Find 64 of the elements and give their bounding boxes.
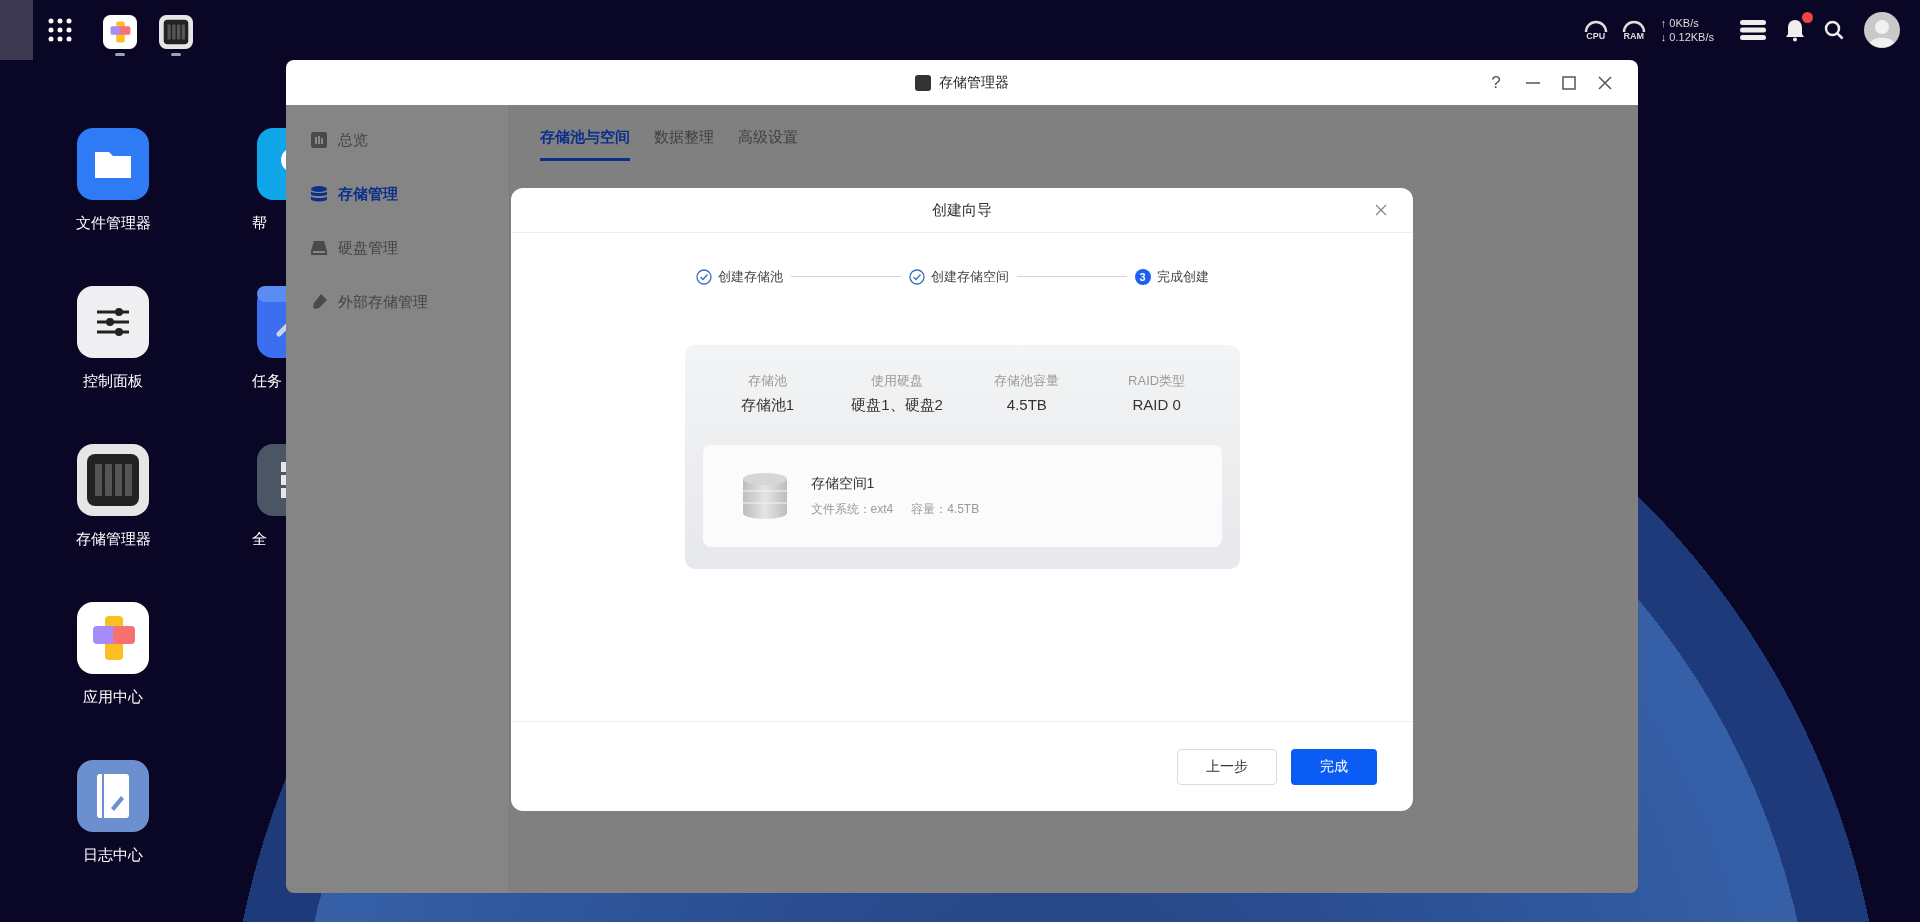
desktop-icon-label: 日志中心 xyxy=(83,846,143,864)
field-label: RAID类型 xyxy=(1128,371,1186,390)
volume-name: 存储空间1 xyxy=(810,474,876,493)
field-label: 存储池容量 xyxy=(994,371,1060,390)
upload-speed: ↑ 0KB/s xyxy=(1660,16,1700,30)
download-speed: ↓ 0.12KB/s xyxy=(1660,30,1714,44)
field-value: RAID 0 xyxy=(1132,395,1181,415)
volume-capacity: 容量：4.5TB xyxy=(911,501,980,518)
overlapping-squares-icon xyxy=(77,602,149,674)
close-icon[interactable] xyxy=(1375,204,1387,216)
desktop-icon-label: 控制面板 xyxy=(83,372,143,390)
maximize-icon[interactable] xyxy=(1562,75,1576,90)
sidebar-item[interactable]: 存储管理 xyxy=(286,167,509,221)
step-label: 创建存储池 xyxy=(717,268,783,286)
overlapping-squares-icon xyxy=(103,14,137,49)
desktop-icon-label: 帮 xyxy=(252,214,267,232)
desktop-icon-label: 应用中心 xyxy=(83,688,143,706)
notebook-icon xyxy=(77,760,149,832)
monitor-label: CPU xyxy=(1586,31,1606,41)
gauge-icon xyxy=(1583,19,1608,32)
close-icon[interactable] xyxy=(1598,75,1612,90)
desktop-icon-label: 存储管理器 xyxy=(75,530,151,548)
field-value: 硬盘1、硬盘2 xyxy=(851,395,943,415)
running-indicator xyxy=(171,52,181,56)
database-icon xyxy=(310,185,328,203)
tab[interactable]: 存储池与空间 xyxy=(540,117,630,161)
help-button[interactable]: ? xyxy=(1488,69,1504,96)
sidebar-item[interactable]: 总览 xyxy=(286,113,509,167)
field-label: 存储池 xyxy=(747,371,787,390)
monitor-label: RAM xyxy=(1623,31,1645,41)
server-icon[interactable] xyxy=(1740,19,1766,41)
step-number: 3 xyxy=(1134,268,1151,285)
field-value: 存储池1 xyxy=(740,395,795,415)
finish-button[interactable]: 完成 xyxy=(1291,748,1377,785)
tab[interactable]: 数据整理 xyxy=(654,117,714,161)
desktop-icon-label: 任务 xyxy=(252,372,282,390)
step-label: 完成创建 xyxy=(1156,268,1209,286)
chart-icon xyxy=(310,131,328,149)
gauge-icon xyxy=(1621,19,1646,32)
sidebar-item[interactable]: 硬盘管理 xyxy=(286,221,509,275)
search-icon[interactable] xyxy=(1824,20,1844,40)
usb-stick-icon xyxy=(310,293,328,311)
folder-icon xyxy=(77,128,149,200)
tab[interactable]: 高级设置 xyxy=(738,117,798,161)
drive-bays-icon xyxy=(159,14,193,49)
sidebar-item[interactable]: 外部存储管理 xyxy=(286,275,509,329)
drive-bays-icon xyxy=(915,74,931,91)
back-button[interactable]: 上一步 xyxy=(1177,748,1277,785)
database-icon xyxy=(742,472,787,519)
step-label: 创建存储空间 xyxy=(930,268,1009,286)
field-value: 4.5TB xyxy=(1006,395,1047,415)
running-indicator xyxy=(115,52,125,56)
desktop-icon-label: 文件管理器 xyxy=(75,214,151,232)
drive-bays-icon xyxy=(77,444,149,516)
bell-icon[interactable] xyxy=(1784,18,1806,42)
avatar-icon[interactable] xyxy=(1864,12,1900,48)
field-label: 使用硬盘 xyxy=(871,371,924,390)
dialog-title: 创建向导 xyxy=(932,199,992,220)
desktop-icon-label: 全 xyxy=(252,530,267,548)
sliders-icon xyxy=(77,286,149,358)
window-title: 存储管理器 xyxy=(939,73,1009,92)
volume-filesystem: 文件系统：ext4 xyxy=(810,501,894,518)
hard-drive-icon xyxy=(310,239,328,257)
apps-grid-icon[interactable] xyxy=(47,17,73,43)
